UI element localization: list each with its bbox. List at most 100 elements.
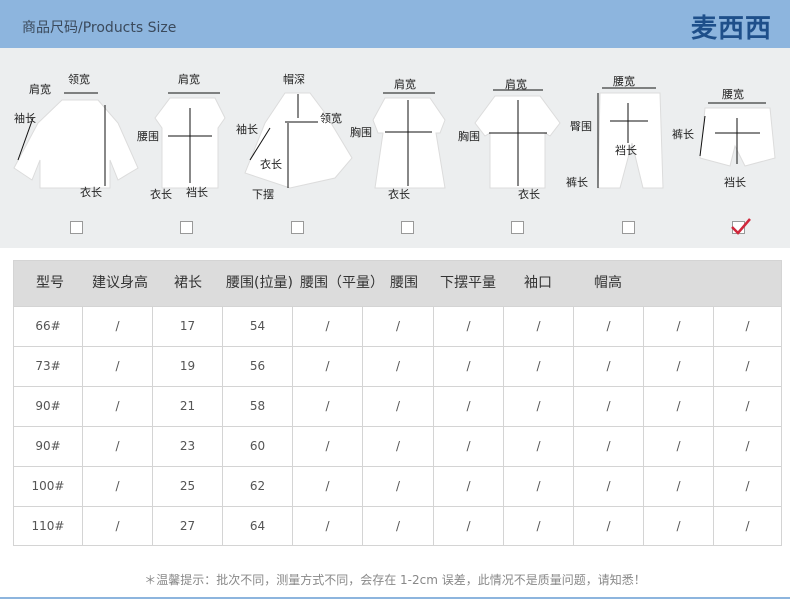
table-row: 90#/23 60// / / / / / [14, 426, 781, 466]
checkbox-pants[interactable] [622, 221, 635, 234]
dress-chest-label: 胸围 [350, 125, 372, 139]
pants-hip-label: 臀围 [570, 120, 592, 133]
table-cell: / [745, 399, 750, 413]
pants-crotch-label: 裆长 [615, 144, 637, 157]
table-cell: / [363, 347, 434, 386]
table-cell: / [83, 307, 153, 346]
cape-hem-label: 下摆 [252, 187, 274, 201]
col-header-height: 建议身高 [92, 275, 148, 291]
table-cell: / [363, 427, 434, 466]
garment-diagrams: 肩宽 领宽 袖长 衣长 肩宽 腰围 衣长 裆长 帽深 袖长 领宽 衣长 下摆 肩… [0, 48, 790, 248]
table-cell: / [434, 387, 504, 426]
table-cell: / [434, 307, 504, 346]
table-row: 100#/25 62// / / / / / [14, 466, 781, 506]
table-cell: 17 [153, 307, 223, 346]
diagram-labels: 肩宽 领宽 袖长 衣长 肩宽 腰围 衣长 裆长 帽深 袖长 领宽 衣长 下摆 肩… [14, 72, 746, 201]
table-row: 110#/27 64// / / / / / [14, 506, 781, 546]
col-header-waist: 腰围 [390, 275, 418, 291]
tshirt-shoulder-label: 肩宽 [505, 77, 527, 91]
table-cell: 100# [14, 467, 83, 506]
coat-length-label: 衣长 [80, 185, 102, 199]
table-cell: 19 [153, 347, 223, 386]
table-cell: / [574, 507, 644, 546]
table-cell: / [504, 467, 574, 506]
col-header-model: 型号 [36, 275, 64, 291]
table-cell: / [83, 427, 153, 466]
table-cell: / [434, 427, 504, 466]
coat-collar-label: 领宽 [68, 72, 90, 86]
table-cell: / [745, 519, 750, 533]
table-cell: / [644, 507, 714, 546]
table-cell: / [504, 387, 574, 426]
pants-length-label: 裤长 [566, 175, 588, 189]
vest-length-label: 衣长 [150, 187, 172, 201]
vest-shoulder-label: 肩宽 [178, 72, 200, 86]
table-cell: 66# [14, 307, 83, 346]
dress-shoulder-label: 肩宽 [394, 77, 416, 91]
shorts-waist-label: 腰宽 [722, 87, 744, 101]
table-cell: 21 [153, 387, 223, 426]
col-header-waist-flat: 腰围（平量） [300, 275, 384, 291]
table-cell: / [644, 427, 714, 466]
table-cell: / [745, 479, 750, 493]
table-cell: / [293, 307, 363, 346]
checkbox-dress[interactable] [401, 221, 414, 234]
table-cell: / [504, 507, 574, 546]
table-row: 90#/21 58// / / / / / [14, 386, 781, 426]
checkbox-vest[interactable] [180, 221, 193, 234]
footnote: ＊温馨提示：批次不同，测量方式不同，会存在 1-2cm 误差，此情况不是质量问题… [144, 573, 646, 587]
table-cell: / [745, 439, 750, 453]
table-cell: 23 [153, 427, 223, 466]
table-row: 66#/17 54// / / / / / [14, 306, 781, 346]
col-header-waist-stretch: 腰围(拉量) [226, 275, 293, 291]
table-cell: / [293, 507, 363, 546]
col-header-cuff: 袖口 [524, 275, 552, 291]
table-header: 型号 建议身高 裙长 腰围(拉量) 腰围（平量） 腰围 下摆平量 袖口 帽高 [14, 261, 781, 306]
cape-collar-label: 领宽 [320, 111, 342, 125]
col-header-hood: 帽高 [594, 275, 622, 291]
table-cell: / [293, 347, 363, 386]
pants-waist-label: 腰宽 [613, 74, 635, 88]
checkbox-tshirt[interactable] [511, 221, 524, 234]
table-cell: / [574, 467, 644, 506]
cape-sleeve-label: 袖长 [236, 122, 258, 136]
checkbox-coat[interactable] [70, 221, 83, 234]
cape-length-label: 衣长 [260, 157, 282, 171]
table-cell: / [434, 347, 504, 386]
header-bar: 商品尺码/Products Size 麦西西 [0, 0, 790, 48]
table-cell: 27 [153, 507, 223, 546]
checkbox-cape[interactable] [291, 221, 304, 234]
table-cell: / [504, 307, 574, 346]
table-cell: / [574, 387, 644, 426]
table-cell: / [745, 319, 750, 333]
table-cell: / [363, 307, 434, 346]
table-cell: / [745, 359, 750, 373]
page-title: 商品尺码/Products Size [22, 20, 177, 36]
table-cell: / [83, 467, 153, 506]
tshirt-length-label: 衣长 [518, 187, 540, 201]
table-cell: / [83, 507, 153, 546]
table-cell: 58 [223, 387, 293, 426]
table-cell: / [434, 467, 504, 506]
table-cell: / [83, 387, 153, 426]
checkmark-icon [731, 218, 751, 235]
dress-length-label: 衣长 [388, 187, 410, 201]
table-cell: 90# [14, 427, 83, 466]
cape-hood-label: 帽深 [283, 73, 305, 86]
table-cell: / [644, 467, 714, 506]
table-cell: / [574, 347, 644, 386]
size-table: 型号 建议身高 裙长 腰围(拉量) 腰围（平量） 腰围 下摆平量 袖口 帽高 6… [13, 260, 782, 546]
shorts-crotch-label: 裆长 [724, 176, 746, 189]
coat-shoulder-label: 肩宽 [29, 82, 51, 96]
vest-sleeve-label: 裆长 [186, 186, 208, 199]
table-cell: 56 [223, 347, 293, 386]
shorts-length-label: 裤长 [672, 127, 694, 141]
table-cell: 90# [14, 387, 83, 426]
col-header-hem: 下摆平量 [440, 275, 496, 291]
table-cell: / [83, 347, 153, 386]
table-cell: / [644, 387, 714, 426]
table-cell: / [293, 427, 363, 466]
tshirt-chest-label: 胸围 [458, 129, 480, 143]
table-cell: / [434, 507, 504, 546]
table-cell: / [644, 347, 714, 386]
